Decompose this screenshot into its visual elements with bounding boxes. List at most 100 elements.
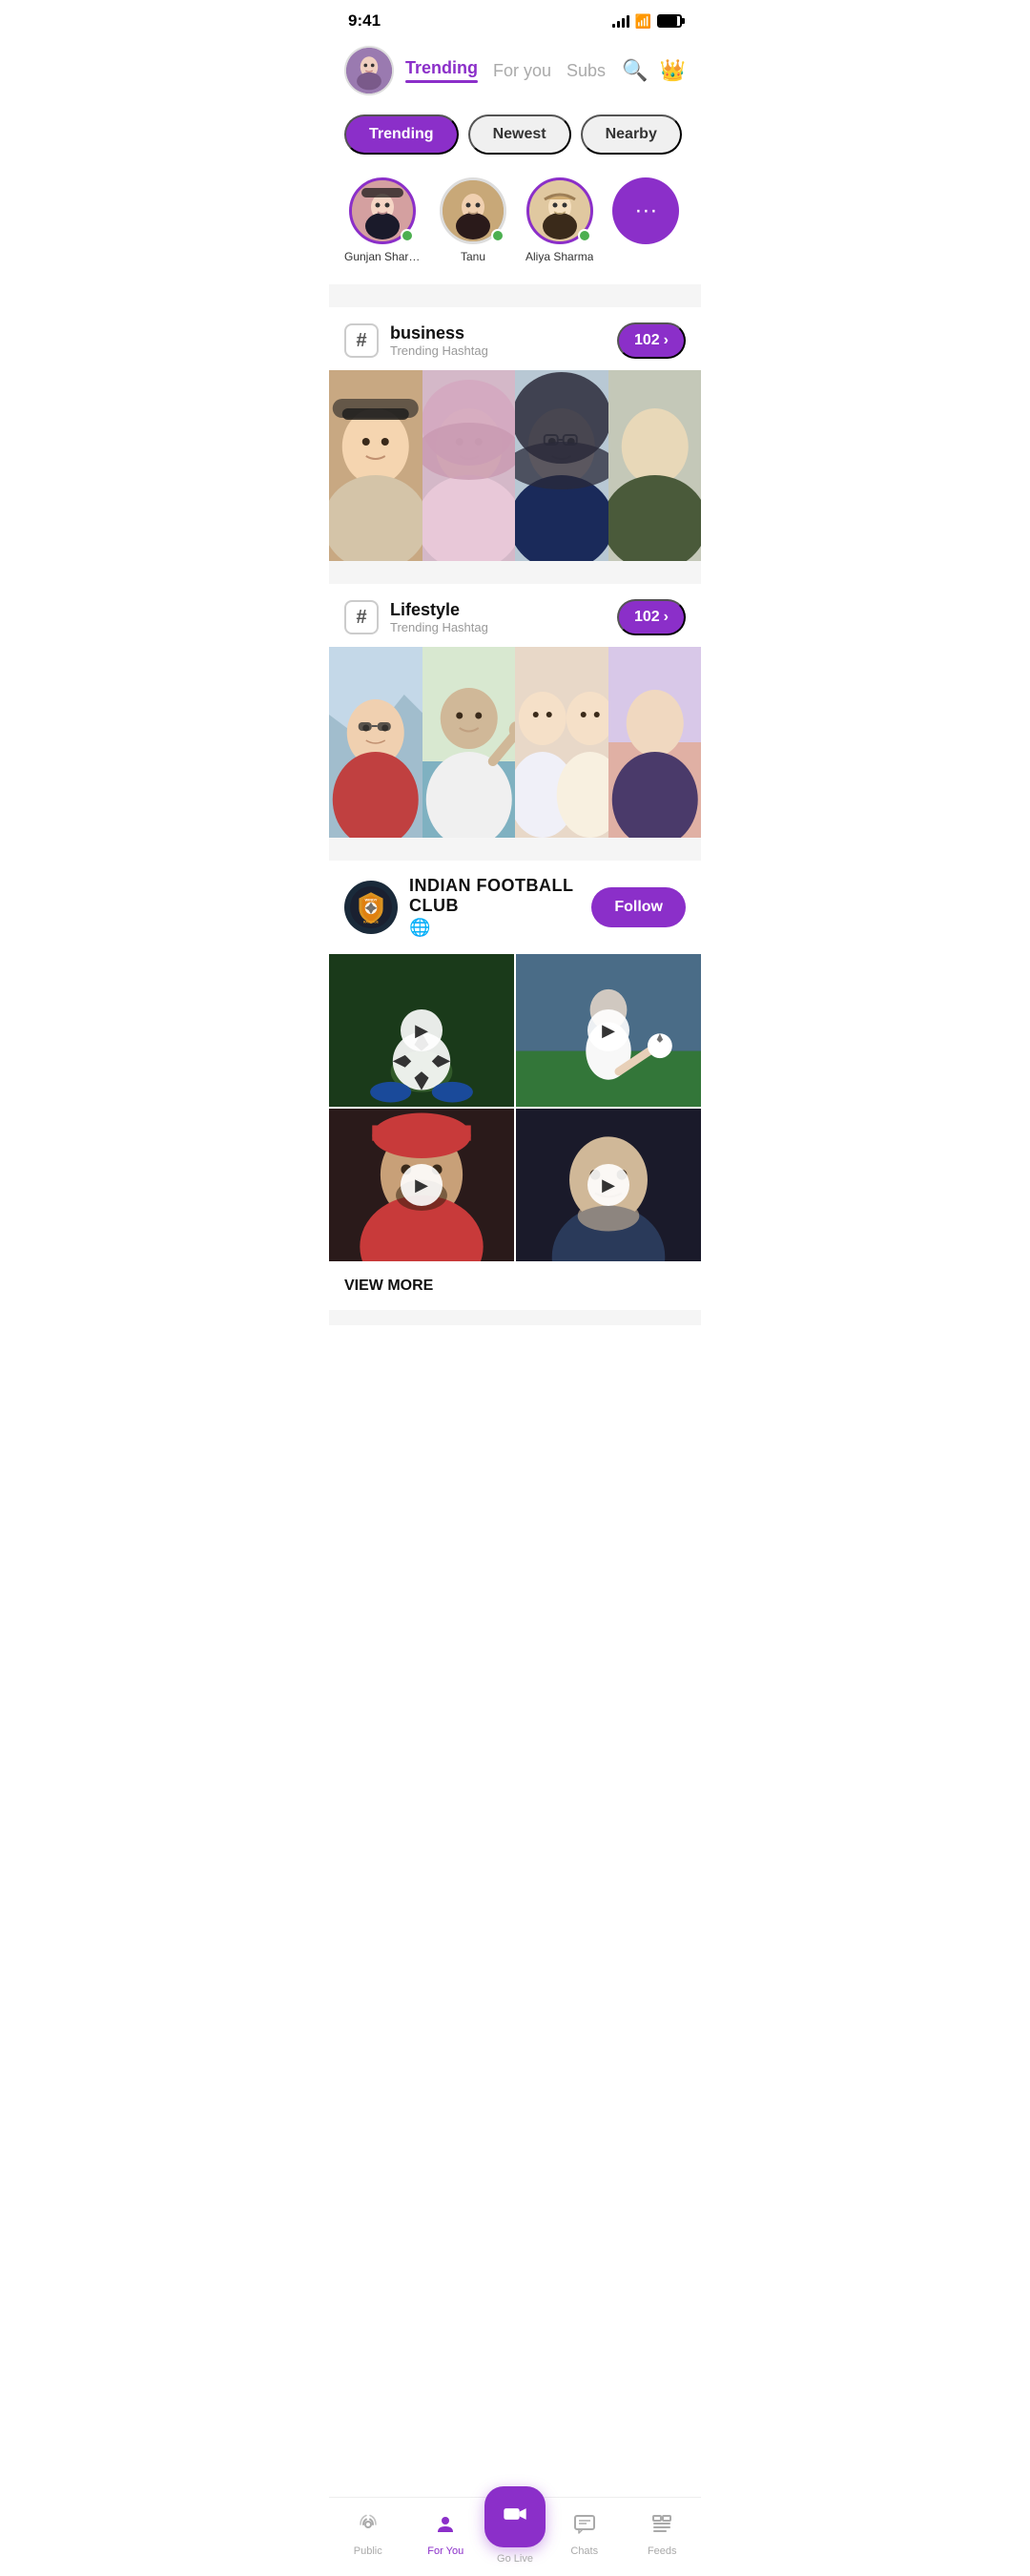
lifestyle-img-4[interactable] — [608, 647, 702, 838]
header: Trending For you Subs 🔍 👑 — [329, 38, 701, 107]
nav-item-for-you[interactable]: For You — [407, 2513, 485, 2557]
pill-newest[interactable]: Newest — [468, 114, 571, 155]
lifestyle-img-3[interactable] — [515, 647, 608, 838]
feeds-svg — [650, 2513, 673, 2536]
nav-label-for-you: For You — [427, 2545, 464, 2557]
lifestyle-svg-1 — [329, 647, 422, 838]
lifestyle-svg-3 — [515, 647, 608, 838]
play-button-1[interactable]: ▶ — [401, 1009, 443, 1051]
hashtag-left-lifestyle: # Lifestyle Trending Hashtag — [344, 600, 488, 634]
online-indicator-aliya — [578, 229, 591, 242]
go-live-button[interactable] — [484, 2486, 546, 2547]
tab-subs[interactable]: Subs — [566, 61, 606, 81]
pill-nearby[interactable]: Nearby — [581, 114, 682, 155]
hashtag-header-business: # business Trending Hashtag 102 › — [329, 307, 701, 370]
lifestyle-img-2[interactable] — [422, 647, 516, 838]
play-button-4[interactable]: ▶ — [587, 1164, 629, 1206]
avatar-image — [346, 48, 392, 93]
story-item-gunjan[interactable]: Gunjan Sharma — [344, 177, 421, 263]
lifestyle-svg-4 — [608, 647, 702, 838]
hashtag-count-lifestyle[interactable]: 102 › — [617, 599, 686, 635]
club-globe-row: 🌐 — [409, 918, 580, 938]
nav-item-chats[interactable]: Chats — [546, 2513, 624, 2557]
club-card: WINDY RAMPAGE INDIAN FOOTBALL CLUB 🌐 Fol… — [329, 861, 701, 1310]
strip-image-2[interactable] — [422, 370, 516, 561]
images-strip-business — [329, 370, 701, 561]
nav-label-go-live: Go Live — [497, 2553, 533, 2565]
story-item-tanu[interactable]: Tanu — [440, 177, 506, 263]
online-indicator-gunjan — [401, 229, 414, 242]
bottom-nav: Public For You Go Live — [329, 2497, 701, 2576]
nav-item-go-live[interactable]: Go Live — [484, 2505, 546, 2565]
feeds-icon — [650, 2513, 673, 2542]
count-value-lifestyle: 102 — [634, 609, 660, 626]
person-img-4 — [608, 370, 702, 561]
header-actions: 🔍 👑 — [622, 58, 686, 83]
hashtag-tag-business: business — [390, 323, 488, 343]
chat-icon — [573, 2513, 596, 2542]
hashtag-left: # business Trending Hashtag — [344, 323, 488, 358]
video-thumb-3[interactable]: ▶ — [329, 1109, 514, 1261]
story-avatar-wrap-gunjan — [349, 177, 416, 244]
strip-image-1[interactable] — [329, 370, 422, 561]
crown-icon[interactable]: 👑 — [660, 58, 686, 83]
view-more-label: VIEW MORE — [344, 1278, 433, 1294]
pill-trending[interactable]: Trending — [344, 114, 459, 155]
tab-for-you[interactable]: For you — [493, 61, 551, 81]
club-info: INDIAN FOOTBALL CLUB 🌐 — [409, 876, 580, 938]
nav-item-public[interactable]: Public — [329, 2513, 407, 2557]
status-bar: 9:41 📶 — [329, 0, 701, 38]
hashtag-subtitle-business: Trending Hashtag — [390, 343, 488, 358]
person-img-1 — [329, 370, 422, 561]
lifestyle-img-1[interactable] — [329, 647, 422, 838]
video-thumb-2[interactable]: ▶ — [516, 954, 701, 1107]
content-area: # business Trending Hashtag 102 › — [329, 292, 701, 1325]
person-img-3 — [515, 370, 608, 561]
hashtag-info-business: business Trending Hashtag — [390, 323, 488, 358]
play-button-3[interactable]: ▶ — [401, 1164, 443, 1206]
story-more-button[interactable]: ··· — [612, 177, 679, 244]
hashtag-count-business[interactable]: 102 › — [617, 322, 686, 359]
avatar-svg — [346, 46, 392, 95]
story-item-more[interactable]: ··· — [612, 177, 679, 269]
club-name: INDIAN FOOTBALL CLUB — [409, 876, 580, 916]
globe-icon: 🌐 — [409, 918, 430, 938]
hashtag-card-business: # business Trending Hashtag 102 › — [329, 307, 701, 561]
hash-icon-lifestyle: # — [344, 600, 379, 634]
club-logo: WINDY RAMPAGE — [344, 881, 398, 934]
video-thumb-1[interactable]: ▶ — [329, 954, 514, 1107]
strip-image-3[interactable] — [515, 370, 608, 561]
hashtag-tag-lifestyle: Lifestyle — [390, 600, 488, 620]
video-thumb-4[interactable]: ▶ — [516, 1109, 701, 1261]
view-more-row[interactable]: VIEW MORE — [329, 1262, 701, 1310]
strip-image-4[interactable] — [608, 370, 702, 561]
status-icons: 📶 — [612, 13, 682, 30]
story-item-aliya[interactable]: Aliya Sharma — [525, 177, 593, 263]
camera-svg — [502, 2501, 528, 2527]
nav-tabs: Trending For you Subs — [405, 58, 610, 83]
story-name-gunjan: Gunjan Sharma — [344, 250, 421, 263]
story-name-tanu: Tanu — [461, 250, 485, 263]
person-svg — [434, 2513, 457, 2536]
club-logo-svg: WINDY RAMPAGE — [350, 886, 392, 928]
chat-svg — [573, 2513, 596, 2536]
user-avatar[interactable] — [344, 46, 394, 95]
follow-button[interactable]: Follow — [591, 887, 686, 927]
svg-text:RAMPAGE: RAMPAGE — [363, 920, 379, 924]
hashtag-card-lifestyle: # Lifestyle Trending Hashtag 102 › — [329, 584, 701, 838]
nav-item-feeds[interactable]: Feeds — [624, 2513, 702, 2557]
hashtag-subtitle-lifestyle: Trending Hashtag — [390, 620, 488, 634]
story-avatar-wrap-tanu — [440, 177, 506, 244]
online-indicator-tanu — [491, 229, 505, 242]
story-avatar-wrap-aliya — [526, 177, 593, 244]
stories-row: Gunjan Sharma Tanu — [329, 166, 701, 284]
chevron-right-icon-lifestyle: › — [664, 609, 669, 626]
play-button-2[interactable]: ▶ — [587, 1009, 629, 1051]
count-value: 102 — [634, 332, 660, 349]
nav-label-chats: Chats — [570, 2545, 598, 2557]
nav-label-public: Public — [354, 2545, 382, 2557]
search-icon[interactable]: 🔍 — [622, 58, 648, 83]
tab-trending[interactable]: Trending — [405, 58, 478, 83]
battery-icon — [657, 14, 682, 28]
wifi-icon: 📶 — [635, 13, 651, 30]
